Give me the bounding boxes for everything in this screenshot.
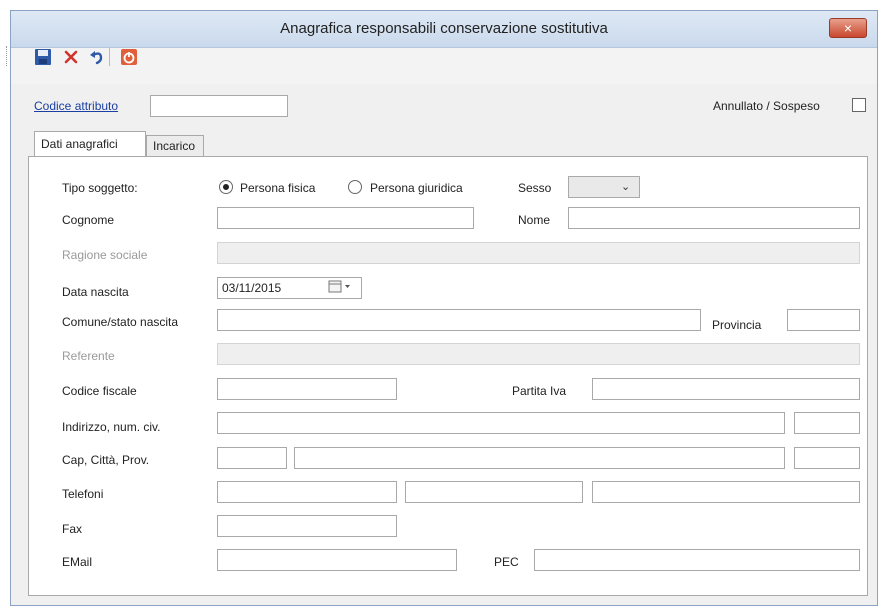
delete-icon[interactable] — [62, 48, 80, 66]
cognome-label: Cognome — [62, 213, 115, 227]
prov-input[interactable] — [794, 447, 860, 469]
sesso-select[interactable]: ⌄ — [568, 176, 640, 198]
toolbar — [11, 48, 877, 84]
citta-input[interactable] — [294, 447, 785, 469]
referente-input — [217, 343, 860, 365]
calendar-icon[interactable] — [328, 279, 354, 297]
toolbar-separator — [109, 48, 110, 66]
telefono-3-input[interactable] — [592, 481, 860, 503]
undo-icon[interactable] — [88, 48, 106, 66]
pec-input[interactable] — [534, 549, 860, 571]
email-label: EMail — [62, 555, 93, 569]
chevron-down-icon: ⌄ — [621, 181, 631, 193]
radio-persona-fisica[interactable] — [219, 180, 233, 194]
email-input[interactable] — [217, 549, 457, 571]
partita-iva-input[interactable] — [592, 378, 860, 400]
nome-label: Nome — [518, 213, 551, 227]
pec-label: PEC — [494, 555, 519, 569]
tab-incarico[interactable]: Incarico — [146, 135, 204, 157]
comune-input[interactable] — [217, 309, 701, 331]
cognome-input[interactable] — [217, 207, 474, 229]
tipo-soggetto-label: Tipo soggetto: — [62, 181, 138, 195]
referente-label: Referente — [62, 349, 115, 363]
ragione-sociale-input — [217, 242, 860, 264]
codice-attributo-input[interactable] — [150, 95, 288, 117]
nome-input[interactable] — [568, 207, 860, 229]
telefono-2-input[interactable] — [405, 481, 583, 503]
exit-icon[interactable] — [120, 48, 138, 66]
close-button[interactable]: × — [829, 18, 867, 38]
cap-label: Cap, Città, Prov. — [62, 453, 150, 467]
codice-fiscale-label: Codice fiscale — [62, 384, 137, 398]
radio-selected-dot — [223, 184, 229, 190]
provincia-label: Provincia — [712, 318, 762, 332]
persona-giuridica-label: Persona giuridica — [370, 181, 463, 195]
codice-fiscale-input[interactable] — [217, 378, 397, 400]
indirizzo-input[interactable] — [217, 412, 785, 434]
sesso-label: Sesso — [518, 181, 552, 195]
window-title: Anagrafica responsabili conservazione so… — [280, 20, 608, 37]
data-nascita-value: 03/11/2015 — [222, 281, 282, 295]
fax-label: Fax — [62, 522, 83, 536]
data-nascita-label: Data nascita — [62, 285, 129, 299]
cap-input[interactable] — [217, 447, 287, 469]
annullato-label: Annullato / Sospeso — [713, 99, 820, 113]
save-icon[interactable] — [34, 48, 52, 66]
provincia-input[interactable] — [787, 309, 860, 331]
radio-persona-giuridica[interactable] — [348, 180, 362, 194]
numero-civico-input[interactable] — [794, 412, 860, 434]
title-bar: Anagrafica responsabili conservazione so… — [11, 11, 877, 48]
telefono-1-input[interactable] — [217, 481, 397, 503]
indirizzo-label: Indirizzo, num. civ. — [62, 420, 161, 434]
persona-fisica-label: Persona fisica — [240, 181, 316, 195]
telefoni-label: Telefoni — [62, 487, 104, 501]
ragione-sociale-label: Ragione sociale — [62, 248, 148, 262]
codice-attributo-link[interactable]: Codice attributo — [34, 99, 118, 113]
annullato-checkbox[interactable] — [852, 98, 866, 112]
partita-iva-label: Partita Iva — [512, 384, 567, 398]
toolbar-grip[interactable] — [6, 46, 9, 66]
fax-input[interactable] — [217, 515, 397, 537]
tab-dati-anagrafici[interactable]: Dati anagrafici — [34, 131, 146, 157]
comune-label: Comune/stato nascita — [62, 315, 179, 329]
